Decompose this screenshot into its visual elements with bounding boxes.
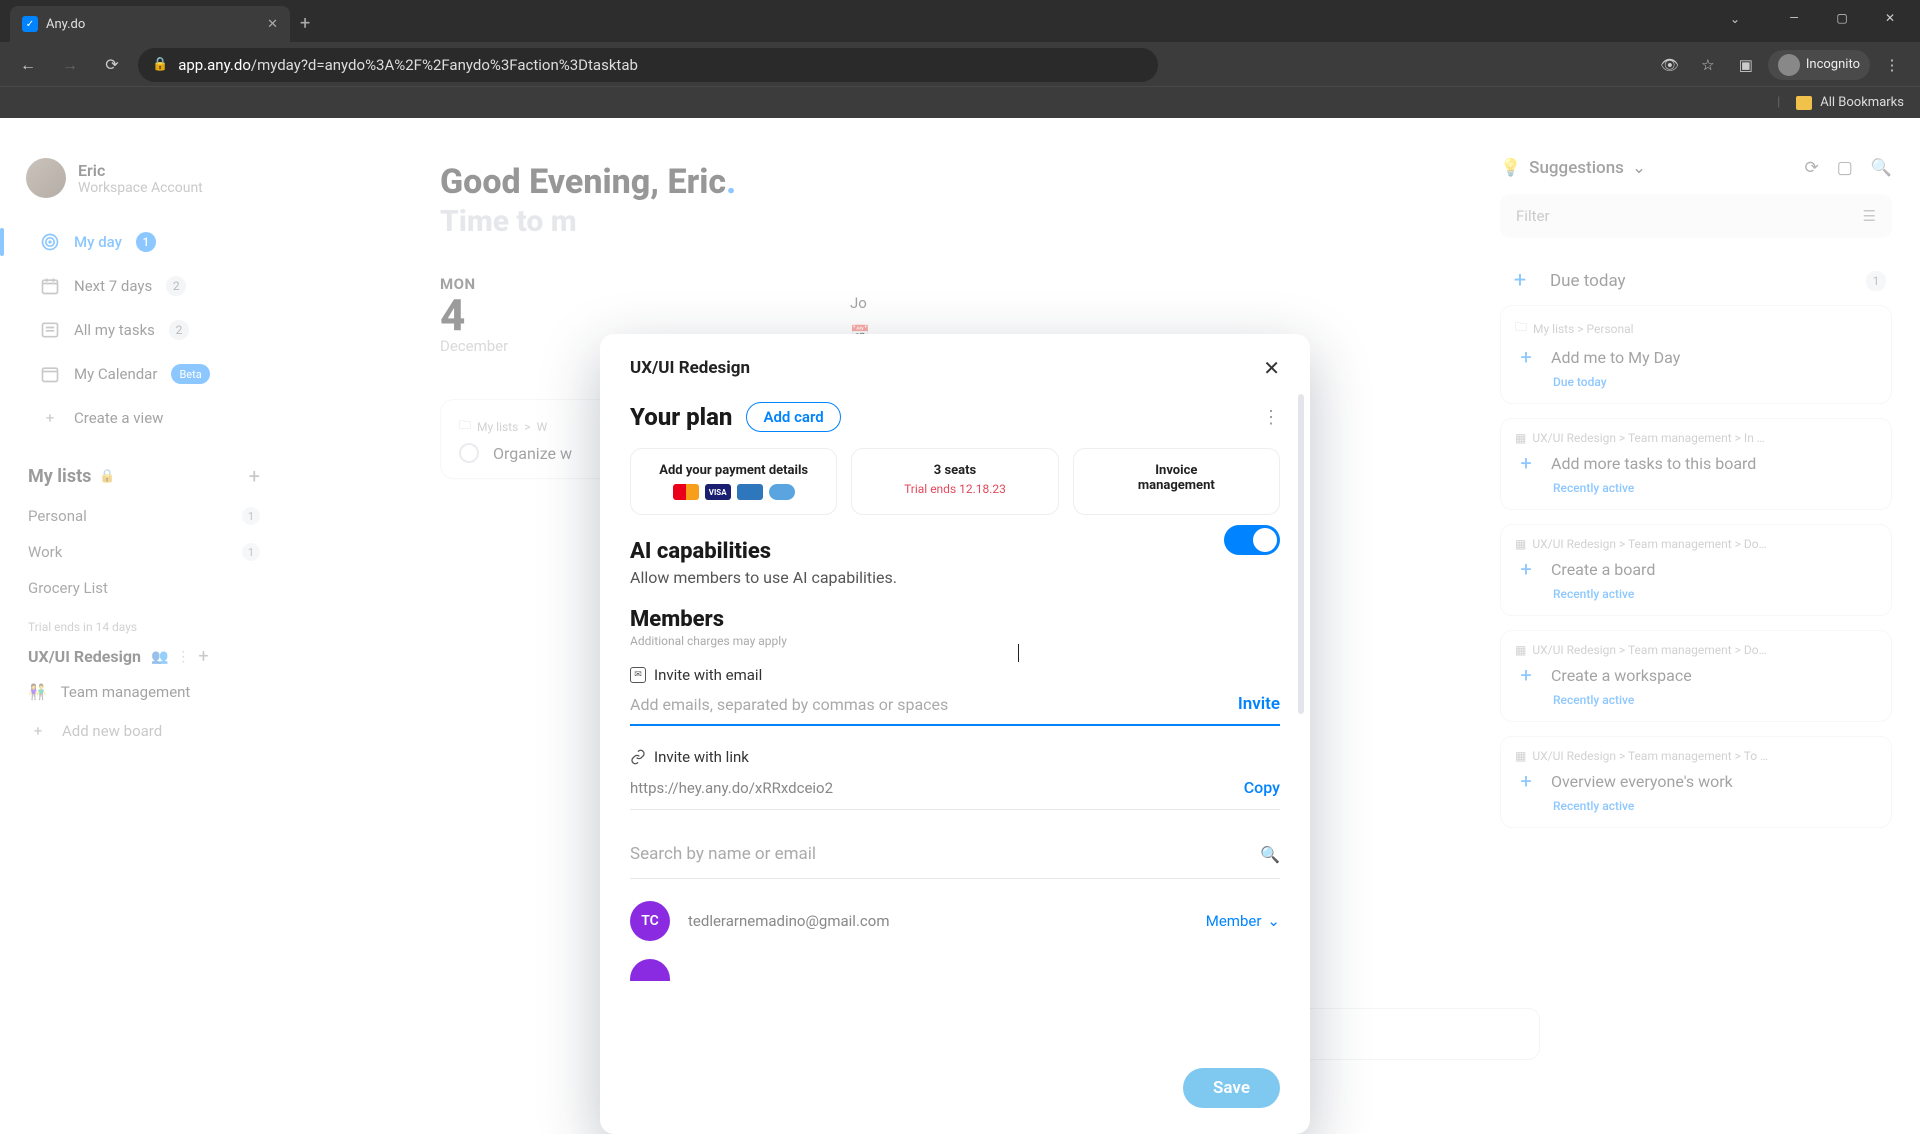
forward-button[interactable]: → bbox=[54, 49, 86, 81]
minimize-button[interactable]: — bbox=[1772, 3, 1816, 33]
close-icon[interactable]: ✕ bbox=[1263, 356, 1280, 380]
url-text: app.any.do/myday?d=anydo%3A%2F%2Fanydo%3… bbox=[178, 56, 638, 74]
modal-title: UX/UI Redesign bbox=[630, 358, 750, 378]
tab-title: Any.do bbox=[46, 17, 259, 32]
bookmark-star-icon[interactable]: ☆ bbox=[1692, 49, 1724, 81]
card-line1: Invoice bbox=[1084, 463, 1269, 478]
discover-icon bbox=[769, 484, 795, 500]
member-row bbox=[630, 959, 1280, 981]
tab-favicon: ✓ bbox=[22, 16, 38, 32]
plan-card-seats[interactable]: 3 seats Trial ends 12.18.23 bbox=[851, 448, 1058, 515]
envelope-icon: ✉ bbox=[630, 667, 646, 683]
text-cursor bbox=[1018, 644, 1019, 662]
tabs-chevron-icon[interactable]: ⌄ bbox=[1730, 12, 1740, 26]
member-role-dropdown[interactable]: Member ⌄ bbox=[1206, 912, 1280, 930]
invite-link-label: Invite with link bbox=[630, 748, 1280, 766]
chrome-menu-icon[interactable]: ⋮ bbox=[1876, 49, 1908, 81]
mastercard-icon bbox=[673, 484, 699, 500]
card-line1: Add your payment details bbox=[641, 463, 826, 478]
card-line1: 3 seats bbox=[862, 463, 1047, 478]
workspace-settings-modal: UX/UI Redesign ✕ Your plan Add card ⋮ Ad… bbox=[600, 334, 1310, 1134]
member-email: tedlerarnemadino@gmail.com bbox=[688, 912, 1188, 930]
browser-tab[interactable]: ✓ Any.do ✕ bbox=[10, 6, 290, 42]
card-line2: Trial ends 12.18.23 bbox=[862, 482, 1047, 496]
invite-link-row: https://hey.any.do/xRRxdceio2 Copy bbox=[630, 772, 1280, 810]
invite-link-value[interactable]: https://hey.any.do/xRRxdceio2 bbox=[630, 779, 1232, 797]
member-search-row: 🔍 bbox=[630, 836, 1280, 879]
members-heading: Members bbox=[630, 607, 1280, 632]
bookmarks-bar: | All Bookmarks bbox=[0, 86, 1920, 118]
member-row: TC tedlerarnemadino@gmail.com Member ⌄ bbox=[630, 901, 1280, 941]
plan-heading: Your plan bbox=[630, 403, 732, 431]
save-button[interactable]: Save bbox=[1183, 1068, 1280, 1108]
address-bar: ← → ⟳ 🔒 app.any.do/myday?d=anydo%3A%2F%2… bbox=[0, 42, 1920, 86]
ai-heading: AI capabilities bbox=[630, 539, 897, 564]
ai-toggle[interactable] bbox=[1224, 525, 1280, 555]
reload-button[interactable]: ⟳ bbox=[96, 49, 128, 81]
invite-email-row: Invite bbox=[630, 690, 1280, 726]
member-avatar: TC bbox=[630, 901, 670, 941]
plan-more-icon[interactable]: ⋮ bbox=[1262, 407, 1280, 428]
incognito-icon bbox=[1778, 54, 1800, 76]
link-icon bbox=[630, 749, 646, 765]
plan-card-invoice[interactable]: Invoice management bbox=[1073, 448, 1280, 515]
close-window-button[interactable]: ✕ bbox=[1868, 3, 1912, 33]
copy-button[interactable]: Copy bbox=[1244, 778, 1280, 797]
plan-card-payment[interactable]: Add your payment details VISA bbox=[630, 448, 837, 515]
lock-icon: 🔒 bbox=[152, 57, 168, 72]
back-button[interactable]: ← bbox=[12, 49, 44, 81]
tab-bar: ✓ Any.do ✕ + ⌄ — ▢ ✕ bbox=[0, 0, 1920, 42]
bookmarks-folder-icon bbox=[1796, 96, 1812, 110]
modal-scrollbar[interactable] bbox=[1298, 394, 1304, 1074]
all-bookmarks-button[interactable]: All Bookmarks bbox=[1820, 95, 1904, 110]
payment-icons: VISA bbox=[641, 484, 826, 500]
chevron-down-icon: ⌄ bbox=[1267, 912, 1280, 930]
extensions-icon[interactable]: ▣ bbox=[1730, 49, 1762, 81]
invite-email-input[interactable] bbox=[630, 695, 1226, 714]
new-tab-button[interactable]: + bbox=[300, 13, 310, 34]
search-icon[interactable]: 🔍 bbox=[1260, 845, 1280, 864]
visa-icon: VISA bbox=[705, 484, 731, 500]
add-card-button[interactable]: Add card bbox=[746, 402, 840, 432]
app-root: Eric Workspace Account My day 1 Next 7 d… bbox=[0, 134, 1920, 1080]
invite-email-label: ✉ Invite with email bbox=[630, 666, 1280, 684]
invite-button[interactable]: Invite bbox=[1238, 694, 1280, 714]
incognito-indicator[interactable]: Incognito bbox=[1768, 50, 1870, 80]
maximize-button[interactable]: ▢ bbox=[1820, 3, 1864, 33]
incognito-label: Incognito bbox=[1806, 57, 1860, 72]
browser-chrome: ✓ Any.do ✕ + ⌄ — ▢ ✕ ← → ⟳ 🔒 app.any.do/… bbox=[0, 0, 1920, 102]
window-controls: — ▢ ✕ bbox=[1772, 0, 1912, 36]
member-search-input[interactable] bbox=[630, 844, 1248, 864]
member-avatar bbox=[630, 959, 670, 981]
members-note: Additional charges may apply bbox=[630, 634, 1280, 648]
amex-icon bbox=[737, 484, 763, 500]
eye-off-icon[interactable]: 👁 bbox=[1654, 49, 1686, 81]
card-line2: management bbox=[1084, 478, 1269, 493]
tab-close-icon[interactable]: ✕ bbox=[267, 17, 278, 32]
url-input[interactable]: 🔒 app.any.do/myday?d=anydo%3A%2F%2Fanydo… bbox=[138, 48, 1158, 82]
bookmarks-separator: | bbox=[1777, 95, 1780, 110]
ai-subtitle: Allow members to use AI capabilities. bbox=[630, 568, 897, 587]
